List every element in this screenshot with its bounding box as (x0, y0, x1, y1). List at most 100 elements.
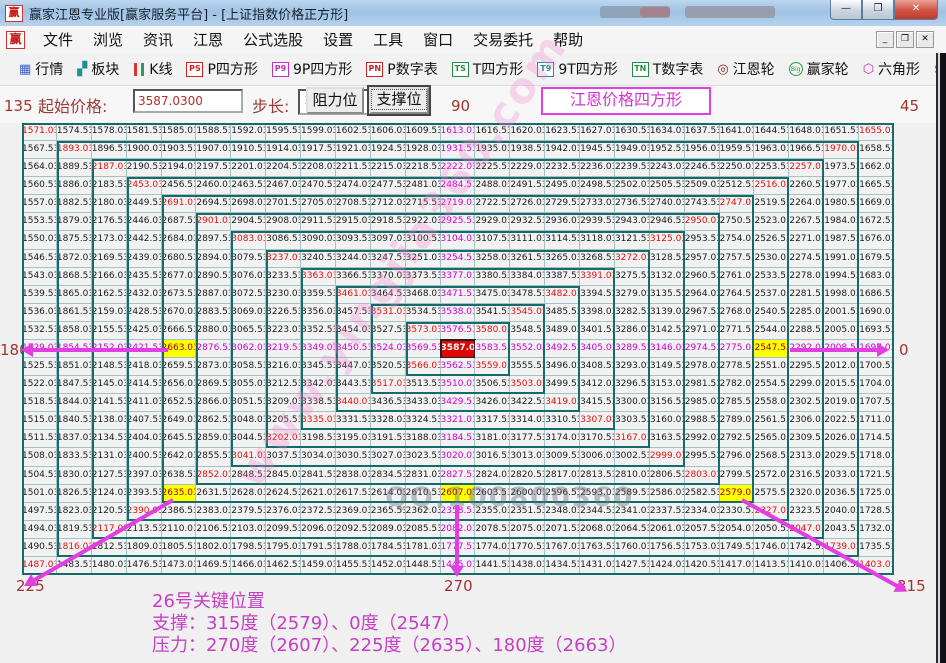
grid-cell[interactable]: 3076.03 (231, 268, 266, 286)
grid-cell[interactable]: 2362.03 (406, 503, 441, 521)
grid-cell[interactable]: 1851.03 (57, 358, 92, 376)
grid-cell[interactable]: 2866.03 (196, 394, 231, 412)
grid-cell[interactable]: 2890.53 (196, 268, 231, 286)
grid-cell[interactable]: 3069.03 (231, 304, 266, 322)
grid-cell[interactable]: 2439.03 (127, 250, 162, 268)
grid-cell[interactable]: 3580.03 (475, 322, 510, 340)
grid-cell[interactable]: 2390.03 (127, 503, 162, 521)
grid-cell[interactable]: 3338.53 (301, 394, 336, 412)
grid-cell[interactable]: 2698.03 (231, 195, 266, 213)
grid-cell[interactable]: 2575.53 (754, 485, 789, 503)
grid-cell[interactable]: 3345.53 (301, 358, 336, 376)
grid-cell[interactable]: 2099.53 (266, 521, 301, 539)
grid-cell[interactable]: 3436.53 (371, 394, 406, 412)
grid-cell[interactable]: 3583.53 (475, 340, 510, 358)
grid-cell[interactable]: 1595.53 (266, 123, 301, 141)
grid-cell[interactable]: 2603.53 (475, 485, 510, 503)
grid-cell[interactable]: 1700.53 (859, 358, 894, 376)
grid-cell[interactable]: 2428.53 (127, 304, 162, 322)
toolbar-p-table[interactable]: PN P数字表 (359, 59, 444, 79)
grid-cell[interactable]: 2138.03 (92, 412, 127, 430)
grid-cell[interactable]: 1735.53 (859, 539, 894, 557)
grid-cell[interactable]: 3254.53 (441, 250, 476, 268)
grid-cell[interactable]: 1970.03 (824, 141, 859, 159)
grid-cell[interactable]: 2659.53 (162, 358, 197, 376)
grid-cell[interactable]: 2089.03 (371, 521, 406, 539)
grid-cell[interactable]: 3513.53 (406, 376, 441, 394)
grid-cell[interactable]: 3429.53 (441, 394, 476, 412)
grid-cell[interactable]: 1875.53 (57, 231, 92, 249)
grid-cell[interactable]: 2565.03 (754, 430, 789, 448)
grid-cell[interactable]: 2187.03 (92, 159, 127, 177)
grid-cell[interactable]: 2621.03 (301, 485, 336, 503)
grid-cell[interactable]: 1840.53 (57, 412, 92, 430)
grid-cell[interactable]: 2967.53 (685, 304, 720, 322)
grid-cell[interactable]: 1560.53 (22, 177, 57, 195)
grid-cell[interactable]: 1679.53 (859, 250, 894, 268)
grid-cell[interactable]: 2939.53 (580, 213, 615, 231)
grid-cell[interactable]: 2768.03 (720, 304, 755, 322)
grid-cell[interactable]: 2071.53 (545, 521, 580, 539)
grid-cell[interactable]: 3552.03 (510, 340, 545, 358)
grid-cell[interactable]: 1718.03 (859, 448, 894, 466)
grid-cell[interactable]: 1746.03 (754, 539, 789, 557)
grid-cell[interactable]: 3363.03 (301, 268, 336, 286)
grid-cell[interactable]: 2876.53 (196, 340, 231, 358)
grid-cell[interactable]: 2533.53 (754, 268, 789, 286)
grid-cell[interactable]: 2666.53 (162, 322, 197, 340)
grid-cell[interactable]: 2257.03 (789, 159, 824, 177)
grid-cell[interactable]: 2183.53 (92, 177, 127, 195)
toolbar-quotes[interactable]: ▦ 行情 (12, 59, 70, 79)
grid-cell[interactable]: 3272.03 (615, 250, 650, 268)
grid-cell[interactable]: 3083.03 (231, 231, 266, 249)
grid-cell[interactable]: 2708.53 (336, 195, 371, 213)
grid-cell[interactable]: 3111.03 (510, 231, 545, 249)
grid-cell[interactable]: 2411.03 (127, 394, 162, 412)
grid-cell[interactable]: 2582.53 (685, 485, 720, 503)
grid-cell[interactable]: 3216.03 (266, 358, 301, 376)
grid-cell[interactable]: 2848.53 (231, 467, 266, 485)
grid-cell[interactable]: 1837.03 (57, 430, 92, 448)
grid-cell[interactable]: 3034.03 (301, 448, 336, 466)
toolbar-hexagon[interactable]: ⬡ 六角形 (856, 59, 927, 79)
mdi-minimize-button[interactable]: _ (876, 31, 894, 48)
grid-cell[interactable]: 1525.53 (22, 358, 57, 376)
grid-cell[interactable]: 1844.03 (57, 394, 92, 412)
grid-cell[interactable]: 2841.53 (301, 467, 336, 485)
grid-cell[interactable]: 2376.03 (266, 503, 301, 521)
grid-cell[interactable]: 2964.03 (685, 286, 720, 304)
grid-cell[interactable]: 1557.03 (22, 195, 57, 213)
grid-cell[interactable]: 2005.03 (824, 322, 859, 340)
grid-cell[interactable]: 2043.53 (824, 521, 859, 539)
grid-cell[interactable]: 2747.03 (720, 195, 755, 213)
grid-cell[interactable]: 2687.53 (162, 213, 197, 231)
grid-cell[interactable]: 2292.03 (789, 340, 824, 358)
grid-cell[interactable]: 2145.03 (92, 376, 127, 394)
grid-cell[interactable]: 1620.03 (510, 123, 545, 141)
toolbar-winner-wheel[interactable]: Big 赢家轮 (782, 59, 856, 79)
grid-cell[interactable]: 3128.53 (650, 250, 685, 268)
grid-cell[interactable]: 2204.53 (266, 159, 301, 177)
grid-cell[interactable]: 2190.53 (127, 159, 162, 177)
grid-cell[interactable]: 2638.53 (162, 467, 197, 485)
grid-cell[interactable]: 2901.03 (196, 213, 231, 231)
grid-cell[interactable]: 2253.53 (754, 159, 789, 177)
grid-cell[interactable]: 2624.53 (266, 485, 301, 503)
grid-cell[interactable]: 3065.53 (231, 322, 266, 340)
grid-cell[interactable]: 1445.03 (441, 557, 476, 575)
grid-cell[interactable]: 2960.53 (685, 268, 720, 286)
grid-cell[interactable]: 2561.53 (754, 412, 789, 430)
grid-cell[interactable]: 3009.53 (545, 448, 580, 466)
grid-cell[interactable]: 3370.03 (371, 268, 406, 286)
grid-cell[interactable]: 2505.53 (650, 177, 685, 195)
grid-cell[interactable]: 1781.03 (406, 539, 441, 557)
grid-cell[interactable]: 3202.03 (266, 430, 301, 448)
start-price-input[interactable] (133, 89, 243, 113)
grid-cell[interactable]: 1893.03 (57, 141, 92, 159)
toolbar-t-table[interactable]: TN T数字表 (625, 59, 711, 79)
grid-cell[interactable]: 1956.03 (685, 141, 720, 159)
grid-cell[interactable]: 2355.03 (475, 503, 510, 521)
grid-cell[interactable]: 1952.53 (650, 141, 685, 159)
grid-cell[interactable]: 1966.53 (789, 141, 824, 159)
grid-cell[interactable]: 3233.53 (266, 268, 301, 286)
